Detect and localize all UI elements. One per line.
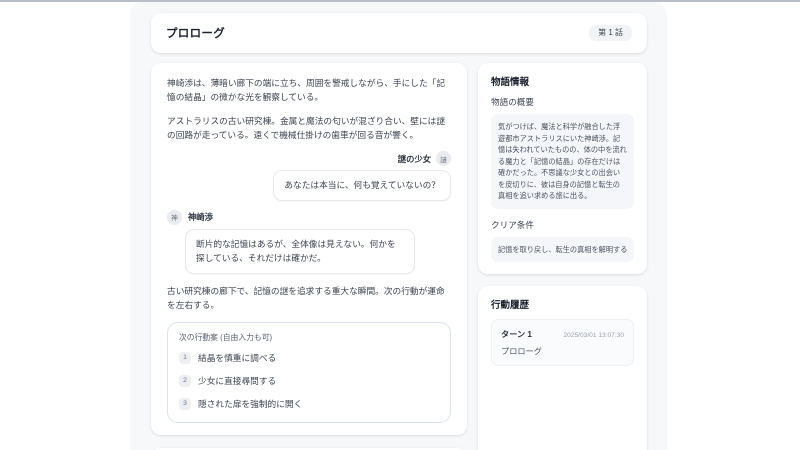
episode-badge: 第 1 話 [589, 25, 632, 41]
action-option-3[interactable]: 3 隠された扉を強制的に開く [179, 397, 439, 410]
history-entry: ターン 1 2025/03/01 13:07:30 プロローグ [491, 319, 634, 367]
app-container: プロローグ 第 1 話 神崎渉は、薄暗い廊下の端に立ち、周囲を警戒しながら、手に… [130, 2, 667, 450]
speaker-name: 謎の少女 [397, 153, 431, 164]
option-number: 3 [179, 397, 191, 410]
option-label: 少女に直接尋問する [198, 376, 277, 387]
clear-condition-text: 記憶を取り戻し、転生の真相を解明する [491, 236, 634, 263]
action-suggestions-box: 次の行動案 (自由入力も可) 1 結晶を慎重に調べる 2 少女に直接尋問する 3… [167, 322, 451, 424]
speaker-name: 神崎渉 [188, 212, 213, 223]
story-info-title: 物語情報 [491, 77, 530, 88]
action-suggestions-label: 次の行動案 (自由入力も可) [179, 333, 273, 343]
story-paragraph: 神崎渉は、薄暗い廊下の端に立ち、周囲を警戒しながら、手にした「記憶の結晶」の微か… [167, 78, 445, 103]
avatar: 神 [167, 209, 182, 225]
story-card: 神崎渉は、薄暗い廊下の端に立ち、周囲を警戒しながら、手にした「記憶の結晶」の微か… [151, 63, 467, 436]
option-number: 2 [179, 374, 191, 387]
episode-header: プロローグ 第 1 話 [151, 13, 647, 53]
action-history-title: 行動履歴 [491, 300, 530, 312]
speech-bubble: 断片的な記憶はあるが、全体像は見えない。何かを探している、それだけは確かだ。 [185, 228, 415, 274]
clear-condition-label: クリア条件 [491, 219, 534, 230]
history-turn: ターン 1 [501, 330, 532, 340]
overview-text: 気がつけば、魔法と科学が融合した浮遊都市アストラリスにいた神崎渉。記憶は失われて… [491, 114, 634, 209]
option-label: 隠された扉を強制的に開く [198, 399, 303, 410]
story-column: 神崎渉は、薄暗い廊下の端に立ち、周囲を警戒しながら、手にした「記憶の結晶」の微か… [151, 63, 467, 450]
overview-label: 物語の概要 [491, 97, 534, 107]
action-history-card: 行動履歴 ターン 1 2025/03/01 13:07:30 プロローグ [478, 286, 647, 450]
avatar: 謎 [436, 151, 451, 167]
option-label: 結晶を慎重に調べる [198, 353, 277, 364]
sidebar: 物語情報 物語の概要 気がつけば、魔法と科学が融合した浮遊都市アストラリスにいた… [478, 63, 647, 450]
speech-bubble: あなたは本当に、何も覚えていないの？ [273, 170, 451, 201]
story-narration: 古い研究棟の廊下で、記憶の謎を追求する重大な瞬間。次の行動が運命を左右する。 [167, 285, 445, 310]
history-timestamp: 2025/03/01 13:07:30 [563, 332, 625, 340]
action-option-2[interactable]: 2 少女に直接尋問する [179, 374, 439, 387]
history-entry-title: プロローグ [501, 347, 542, 357]
action-option-1[interactable]: 1 結晶を慎重に調べる [179, 351, 439, 364]
story-paragraph: アストラリスの古い研究棟。金属と魔法の匂いが混ざり合い、壁には謎の回路が走ってい… [167, 115, 445, 141]
dialogue-girl: 謎の少女 謎 あなたは本当に、何も覚えていないの？ [167, 151, 451, 201]
option-number: 1 [179, 351, 191, 364]
page-title: プロローグ [166, 28, 225, 40]
story-info-card: 物語情報 物語の概要 気がつけば、魔法と科学が融合した浮遊都市アストラリスにいた… [478, 63, 647, 275]
dialogue-protagonist: 神 神崎渉 断片的な記憶はあるが、全体像は見えない。何かを探している、それだけは… [167, 209, 451, 274]
